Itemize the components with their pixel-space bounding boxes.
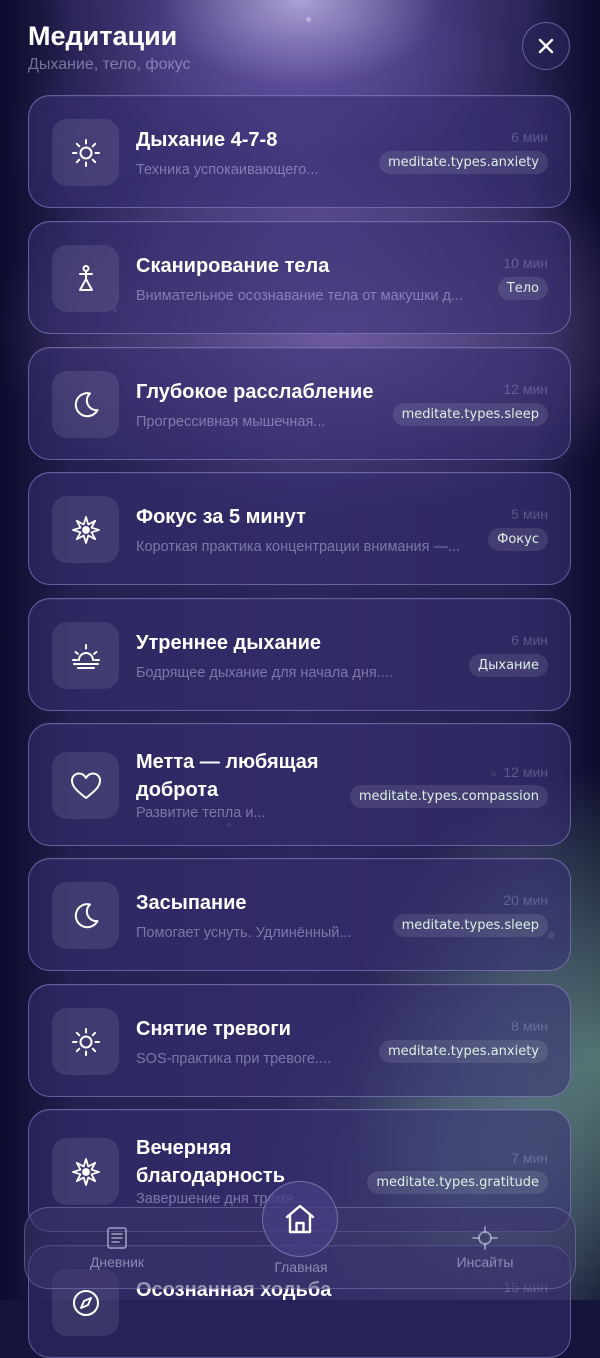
card-icon-tile	[52, 622, 119, 689]
card-tag: meditate.types.sleep	[392, 914, 548, 937]
card-title: Фокус за 5 минут	[136, 506, 306, 528]
card-duration: 8 мин	[511, 1018, 548, 1034]
card-icon-tile	[52, 371, 119, 438]
sunrise-icon	[71, 643, 100, 669]
page-subtitle: Дыхание, тело, фокус	[28, 56, 191, 73]
card-duration: 7 мин	[511, 1150, 548, 1166]
tab-home-label[interactable]: Главная	[261, 1259, 341, 1275]
card-duration: 10 мин	[503, 255, 548, 271]
moon-icon	[74, 391, 98, 417]
journal-icon	[107, 1227, 127, 1249]
star-burst-icon	[71, 515, 100, 544]
card-icon-tile	[52, 119, 119, 186]
card-duration: 12 мин	[503, 764, 548, 780]
card-icon-tile	[52, 496, 119, 563]
card-icon-tile	[52, 752, 119, 819]
card-description: Помогает уснуть. Удлинённый...	[136, 925, 352, 941]
card-title: Вечерняя благодарность	[136, 1137, 285, 1187]
card-description: Короткая практика концентрации внимания …	[136, 539, 461, 555]
card-tag: Дыхание	[468, 654, 548, 677]
card-tag: meditate.types.sleep	[392, 403, 548, 426]
meditation-card[interactable]: Фокус за 5 минут Короткая практика конце…	[28, 472, 571, 585]
card-description: Прогрессивная мышечная...	[136, 414, 326, 430]
card-description: Бодрящее дыхание для начала дня....	[136, 665, 393, 681]
meditation-card[interactable]: Засыпание Помогает уснуть. Удлинённый...…	[28, 858, 571, 971]
card-icon-tile	[52, 1138, 119, 1205]
compass-icon	[72, 1289, 99, 1316]
card-icon-tile	[52, 1008, 119, 1075]
page-header: Медитации Дыхание, тело, фокус	[28, 18, 191, 74]
card-title: Снятие тревоги	[136, 1018, 291, 1040]
card-title: Глубокое расслабление	[136, 381, 374, 403]
card-tag: meditate.types.anxiety	[378, 151, 548, 174]
card-title: Сканирование тела	[136, 255, 330, 277]
heart-icon	[70, 772, 101, 799]
tab-label: Инсайты	[456, 1254, 514, 1270]
meditation-card[interactable]: Дыхание 4-7-8 Техника успокаивающего... …	[28, 95, 571, 208]
card-description: Развитие тепла и...	[136, 805, 266, 821]
sun-icon	[71, 138, 100, 167]
card-tag: Фокус	[488, 528, 548, 551]
meditation-card[interactable]: Снятие тревоги SOS-практика при тревоге.…	[28, 984, 571, 1097]
card-title: Метта — любящая доброта	[136, 751, 319, 801]
card-duration: 6 мин	[511, 129, 548, 145]
card-title: Засыпание	[136, 892, 247, 914]
tab-label: Дневник	[89, 1254, 145, 1270]
tab-home[interactable]	[262, 1181, 338, 1257]
tab-label: Главная	[274, 1259, 328, 1275]
card-tag: meditate.types.compassion	[349, 785, 548, 808]
card-title: Дыхание 4-7-8	[136, 129, 278, 151]
star-burst-icon	[71, 1157, 100, 1186]
tab-insights[interactable]: Инсайты	[445, 1226, 525, 1270]
close-icon	[538, 38, 554, 54]
card-icon-tile	[52, 882, 119, 949]
card-description: Внимательное осознавание тела от макушки…	[136, 288, 464, 304]
body-figure-icon	[78, 264, 93, 291]
card-tag: meditate.types.anxiety	[378, 1040, 548, 1063]
meditation-card[interactable]: Метта — любящая доброта Развитие тепла и…	[28, 723, 571, 846]
crosshair-icon	[472, 1226, 498, 1250]
sun-icon	[71, 1027, 100, 1056]
card-tag: meditate.types.gratitude	[367, 1171, 548, 1194]
meditation-card[interactable]: Глубокое расслабление Прогрессивная мыше…	[28, 347, 571, 460]
card-duration: 6 мин	[511, 632, 548, 648]
page-title: Медитации	[28, 21, 178, 51]
card-title: Утреннее дыхание	[136, 632, 322, 654]
card-tag: Тело	[497, 277, 548, 300]
meditation-card[interactable]: Утреннее дыхание Бодрящее дыхание для на…	[28, 598, 571, 711]
card-duration: 12 мин	[503, 381, 548, 397]
background-dot	[306, 17, 311, 22]
card-duration: 5 мин	[511, 506, 548, 522]
tab-journal[interactable]: Дневник	[77, 1226, 157, 1270]
meditation-card[interactable]: Сканирование тела Внимательное осознаван…	[28, 221, 571, 334]
close-button[interactable]	[522, 22, 570, 70]
moon-icon	[74, 902, 98, 928]
card-description: SOS-практика при тревоге....	[136, 1051, 331, 1067]
card-icon-tile	[52, 245, 119, 312]
card-duration: 20 мин	[503, 892, 548, 908]
home-icon	[285, 1204, 315, 1234]
card-description: Техника успокаивающего...	[136, 162, 319, 178]
